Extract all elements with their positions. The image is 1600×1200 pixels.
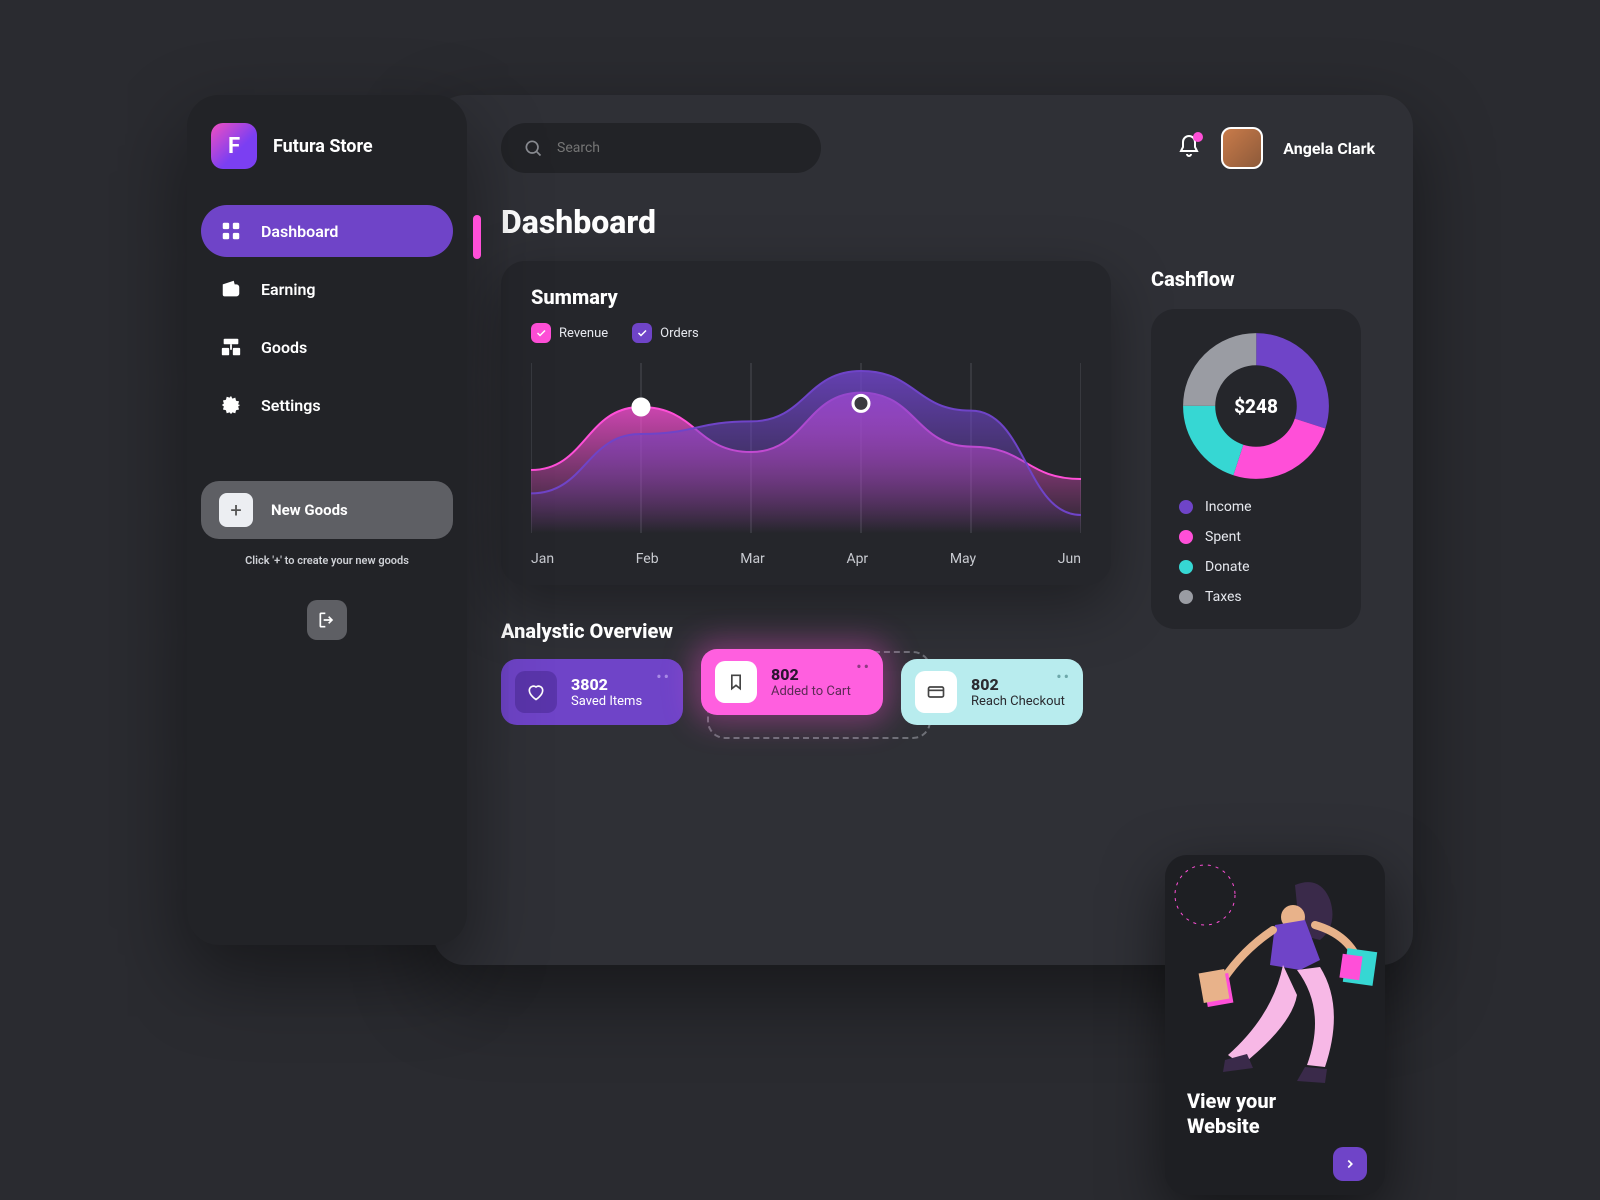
sidebar: F Futura Store Dashboard Earning Goods S…: [187, 95, 467, 945]
main-panel: Angela Clark Dashboard Summary Revenue O…: [433, 95, 1413, 965]
bell-icon: [1177, 134, 1201, 158]
stat-value: 3802: [571, 675, 642, 694]
stat-added-to-cart[interactable]: •• 802Added to Cart: [701, 649, 883, 715]
x-tick: Jun: [1058, 551, 1081, 567]
more-icon[interactable]: ••: [1056, 667, 1071, 686]
cashflow-legend-item: Donate: [1179, 559, 1339, 575]
new-goods-label: New Goods: [271, 501, 348, 519]
legend-dot: [1179, 500, 1193, 514]
sidebar-item-settings[interactable]: Settings: [201, 379, 453, 431]
sidebar-item-label: Settings: [261, 396, 321, 415]
avatar[interactable]: [1221, 127, 1263, 169]
logo-badge: F: [211, 123, 257, 169]
promo-label: View yourWebsite: [1187, 1089, 1276, 1139]
summary-card: Summary Revenue Orders Jan Feb Mar Apr May Ju…: [501, 261, 1111, 585]
topbar: Angela Clark: [501, 123, 1375, 173]
summary-title: Summary: [531, 285, 1081, 309]
legend-label: Taxes: [1205, 589, 1242, 605]
more-icon[interactable]: ••: [656, 667, 671, 686]
cashflow-center-value: $248: [1181, 331, 1331, 481]
search-input[interactable]: [557, 140, 799, 156]
cashflow-legend-item: Taxes: [1179, 589, 1339, 605]
bookmark-icon: [715, 661, 757, 703]
logout-icon: [317, 610, 337, 630]
promo-card[interactable]: View yourWebsite: [1165, 855, 1385, 1195]
legend-dot: [1179, 530, 1193, 544]
stat-saved-items[interactable]: •• 3802Saved Items: [501, 659, 683, 725]
x-tick: Mar: [740, 551, 765, 567]
overview-cards: •• 3802Saved Items •• 802Added to Cart •…: [501, 659, 1111, 725]
legend-label: Orders: [660, 326, 699, 341]
stat-value: 802: [771, 665, 851, 684]
grid-icon: [219, 219, 243, 243]
sidebar-item-label: Earning: [261, 280, 316, 299]
notification-dot: [1193, 132, 1203, 142]
chart-x-axis: Jan Feb Mar Apr May Jun: [531, 551, 1081, 567]
legend-dot: [1179, 560, 1193, 574]
legend-label: Donate: [1205, 559, 1250, 575]
boxes-icon: [219, 335, 243, 359]
brand-row: F Futura Store: [187, 123, 467, 205]
heart-icon: [515, 671, 557, 713]
legend-label: Spent: [1205, 529, 1241, 545]
new-goods-button[interactable]: + New Goods: [201, 481, 453, 539]
stat-reach-checkout[interactable]: •• 802Reach Checkout: [901, 659, 1083, 725]
drop-zone: [707, 651, 931, 739]
username: Angela Clark: [1283, 139, 1375, 158]
new-goods-hint: Click '+' to create your new goods: [187, 539, 467, 570]
legend-revenue[interactable]: Revenue: [531, 323, 608, 343]
legend-dot: [1179, 590, 1193, 604]
sidebar-item-label: Dashboard: [261, 222, 338, 241]
cashflow-title: Cashflow: [1151, 267, 1375, 291]
stat-label: Saved Items: [571, 694, 642, 709]
notifications-button[interactable]: [1177, 134, 1201, 162]
legend-orders[interactable]: Orders: [632, 323, 699, 343]
stat-label: Added to Cart: [771, 684, 851, 699]
active-indicator: [473, 215, 481, 259]
sidebar-item-dashboard[interactable]: Dashboard: [201, 205, 453, 257]
search-box[interactable]: [501, 123, 821, 173]
x-tick: Feb: [636, 551, 659, 567]
gear-icon: [219, 393, 243, 417]
shopping-illustration: [1165, 855, 1385, 1195]
brand-name: Futura Store: [273, 136, 373, 157]
more-icon[interactable]: ••: [856, 657, 871, 676]
summary-legend: Revenue Orders: [531, 323, 1081, 343]
search-icon: [523, 138, 543, 158]
overview-title: Analystic Overview: [501, 619, 1111, 643]
cashflow-donut: $248: [1181, 331, 1331, 481]
cashflow-card: $248 Income Spent Donate Taxes: [1151, 309, 1361, 629]
chevron-right-icon: [1343, 1157, 1357, 1171]
sidebar-nav: Dashboard Earning Goods Settings: [187, 205, 467, 431]
x-tick: May: [950, 551, 976, 567]
cashflow-legend-item: Spent: [1179, 529, 1339, 545]
sidebar-item-earning[interactable]: Earning: [201, 263, 453, 315]
card-icon: [915, 671, 957, 713]
sidebar-item-label: Goods: [261, 338, 307, 357]
logout-button[interactable]: [307, 600, 347, 640]
x-tick: Jan: [531, 551, 554, 567]
sidebar-item-goods[interactable]: Goods: [201, 321, 453, 373]
plus-icon: +: [219, 493, 253, 527]
legend-label: Income: [1205, 499, 1252, 515]
legend-label: Revenue: [559, 326, 608, 341]
page-title: Dashboard: [501, 203, 1375, 241]
cashflow-legend: Income Spent Donate Taxes: [1173, 499, 1339, 605]
checkbox-icon: [632, 323, 652, 343]
cashflow-legend-item: Income: [1179, 499, 1339, 515]
user-area: Angela Clark: [1177, 127, 1375, 169]
promo-go-button[interactable]: [1333, 1147, 1367, 1181]
summary-chart: [531, 353, 1081, 543]
checkbox-icon: [531, 323, 551, 343]
stat-label: Reach Checkout: [971, 694, 1065, 709]
wallet-icon: [219, 277, 243, 301]
x-tick: Apr: [846, 551, 868, 567]
stat-value: 802: [971, 675, 1065, 694]
